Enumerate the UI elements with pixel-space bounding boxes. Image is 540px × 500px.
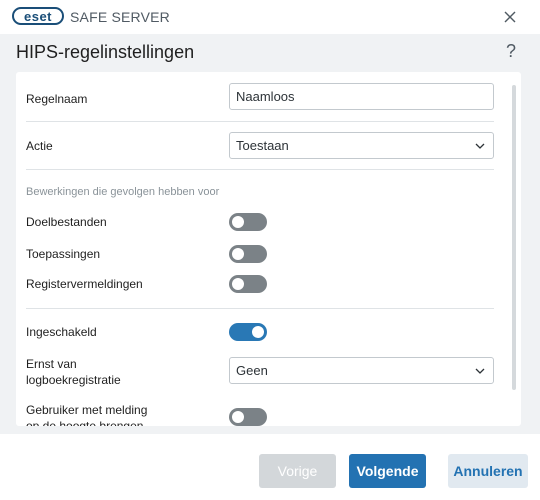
dialog-title: HIPS-regelinstellingen <box>16 42 195 62</box>
notify-user-toggle[interactable] <box>229 408 267 426</box>
log-severity-label-line2: logboekregistratie <box>26 373 121 387</box>
next-button[interactable]: Volgende <box>349 454 426 488</box>
scrollbar[interactable] <box>512 85 516 390</box>
chevron-down-icon <box>475 143 485 149</box>
notify-user-label: Gebruiker met melding op de hoogte breng… <box>26 402 147 426</box>
logo-text: eset <box>23 8 53 24</box>
applications-label: Toepassingen <box>26 247 101 261</box>
log-severity-label: Ernst van logboekregistratie <box>26 356 121 388</box>
action-select[interactable]: Toestaan <box>229 132 494 159</box>
enabled-toggle[interactable] <box>229 323 267 341</box>
toggle-knob <box>232 248 244 260</box>
divider <box>26 308 494 309</box>
log-severity-label-line1: Ernst van <box>26 357 77 371</box>
cancel-button[interactable]: Annuleren <box>448 454 528 488</box>
product-name: SAFE SERVER <box>70 9 170 25</box>
operations-hint: Bewerkingen die gevolgen hebben voor <box>26 186 220 198</box>
notify-user-label-line1: Gebruiker met melding <box>26 403 148 417</box>
toggle-knob <box>252 326 264 338</box>
enabled-label: Ingeschakeld <box>26 325 97 339</box>
log-severity-select-value: Geen <box>236 363 268 378</box>
notify-user-label-line2: op de hoogte brengen <box>26 419 144 426</box>
divider <box>26 121 494 122</box>
title-bar: eset SAFE SERVER <box>0 0 540 34</box>
target-files-toggle[interactable] <box>229 213 267 231</box>
divider <box>26 169 494 170</box>
applications-toggle[interactable] <box>229 245 267 263</box>
registry-entries-label: Registervermeldingen <box>26 277 143 291</box>
registry-entries-toggle[interactable] <box>229 275 267 293</box>
action-select-value: Toestaan <box>236 138 289 153</box>
toggle-knob <box>232 278 244 290</box>
rule-name-label: Regelnaam <box>26 92 88 106</box>
target-files-label: Doelbestanden <box>26 215 107 229</box>
previous-button[interactable]: Vorige <box>259 454 336 488</box>
action-label: Actie <box>26 139 53 153</box>
eset-logo: eset <box>12 7 64 25</box>
chevron-down-icon <box>475 368 485 374</box>
help-icon[interactable]: ? <box>503 41 519 63</box>
toggle-knob <box>232 216 244 228</box>
close-icon[interactable] <box>500 7 520 27</box>
settings-panel: Regelnaam Naamloos Actie Toestaan Bewerk… <box>16 72 521 426</box>
toggle-knob <box>232 411 244 423</box>
rule-name-input[interactable]: Naamloos <box>229 83 494 110</box>
log-severity-select[interactable]: Geen <box>229 357 494 384</box>
